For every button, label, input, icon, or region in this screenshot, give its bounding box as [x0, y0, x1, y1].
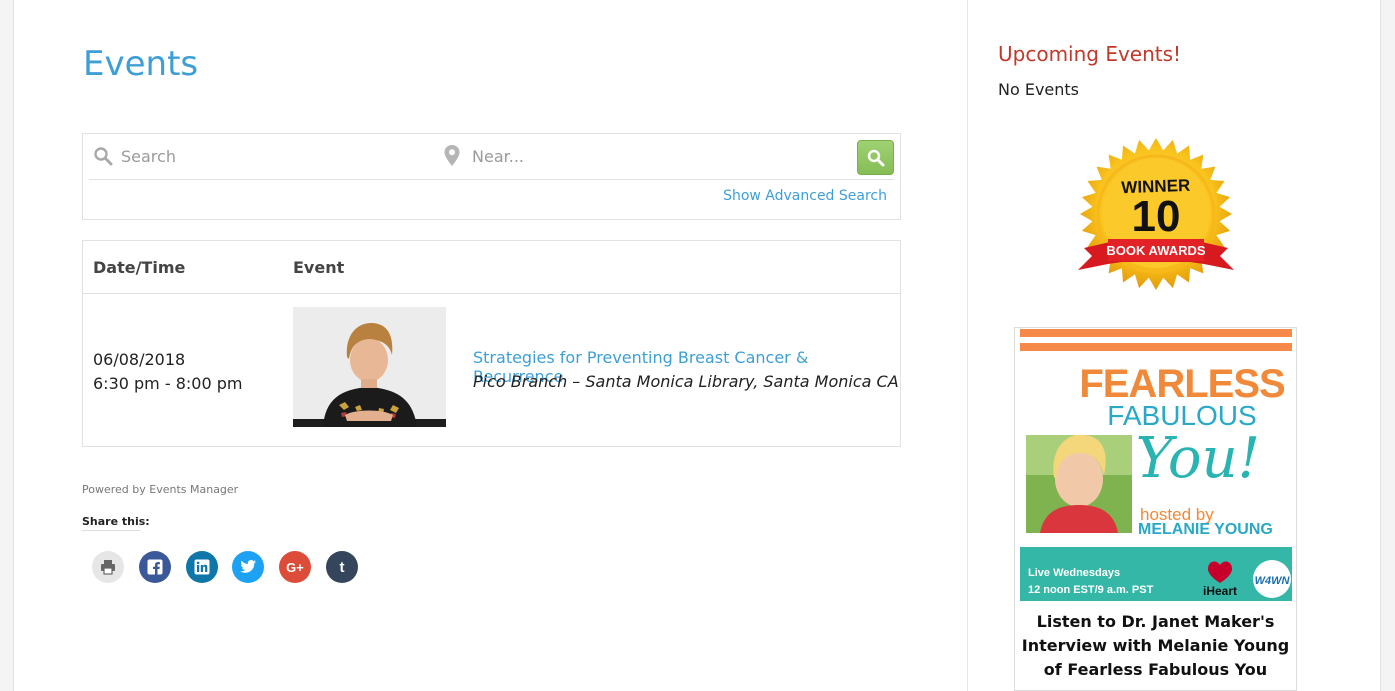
search-input[interactable]: [121, 144, 421, 168]
event-location: Pico Branch – Santa Monica Library, Sant…: [473, 372, 899, 391]
promo-caption[interactable]: Listen to Dr. Janet Maker's Interview wi…: [1015, 610, 1296, 682]
search-button[interactable]: [857, 140, 894, 175]
fearless-fabulous-you-banner: FEARLESS FABULOUS You! hosted by MELANIE…: [1020, 329, 1292, 601]
badge-number-text: 10: [1132, 192, 1181, 241]
banner-w4wn: W4WN: [1255, 575, 1291, 587]
twitter-icon: [240, 560, 256, 573]
page: Events Show Advanced Search Date/: [13, 0, 1381, 691]
share-divider: [82, 530, 140, 531]
location-pin-icon: [444, 145, 460, 166]
share-linkedin-button[interactable]: [186, 551, 218, 583]
column-header-event: Event: [293, 258, 345, 277]
no-events-text: No Events: [998, 80, 1080, 99]
page-title: Events: [83, 44, 199, 84]
badge-ribbon-text: BOOK AWARDS: [1106, 243, 1206, 258]
event-datetime: 06/08/2018 6:30 pm - 8:00 pm: [93, 348, 242, 396]
upcoming-events-title: Upcoming Events!: [998, 42, 1182, 66]
google-plus-icon: G+: [286, 559, 304, 575]
search-icon: [867, 149, 885, 167]
banner-time: 12 noon EST/9 a.m. PST: [1028, 584, 1154, 596]
near-input[interactable]: [472, 144, 832, 168]
event-search-form: Show Advanced Search: [82, 133, 901, 220]
banner-live: Live Wednesdays: [1028, 567, 1120, 579]
events-table: Date/Time Event 06/08/2018 6:30 pm - 8:0…: [82, 240, 901, 447]
column-header-datetime: Date/Time: [93, 258, 186, 277]
share-tumblr-button[interactable]: t: [326, 551, 358, 583]
banner-host-name: MELANIE YOUNG: [1138, 521, 1273, 538]
show-advanced-search-link[interactable]: Show Advanced Search: [723, 188, 887, 204]
event-thumbnail[interactable]: [293, 307, 446, 427]
search-row: [89, 134, 894, 180]
event-date: 06/08/2018: [93, 350, 186, 369]
promo-caption-line: Interview with Melanie Young: [1021, 636, 1290, 655]
share-facebook-button[interactable]: [139, 551, 171, 583]
promo-caption-line: Listen to Dr. Janet Maker's: [1036, 612, 1275, 631]
event-time: 6:30 pm - 8:00 pm: [93, 374, 243, 393]
banner-you: You!: [1136, 426, 1260, 491]
share-print-button[interactable]: [92, 551, 124, 583]
search-icon: [94, 147, 113, 166]
printer-icon: [101, 560, 115, 575]
share-twitter-button[interactable]: [232, 551, 264, 583]
promo-caption-line: of Fearless Fabulous You: [1043, 660, 1268, 679]
table-divider: [83, 293, 900, 294]
facebook-icon: [147, 559, 163, 575]
book-awards-badge: WINNER 10 BOOK AWARDS: [1078, 138, 1234, 290]
speaker-photo: [293, 307, 446, 427]
powered-by-text: Powered by Events Manager: [82, 483, 239, 496]
share-title: Share this:: [82, 515, 150, 528]
sidebar-divider: [967, 0, 968, 691]
share-google-plus-button[interactable]: G+: [279, 551, 311, 583]
podcast-promo[interactable]: FEARLESS FABULOUS You! hosted by MELANIE…: [1014, 327, 1297, 691]
linkedin-icon: [194, 559, 210, 575]
tumblr-icon: t: [339, 558, 345, 576]
banner-iheart: iHeart: [1203, 584, 1237, 598]
